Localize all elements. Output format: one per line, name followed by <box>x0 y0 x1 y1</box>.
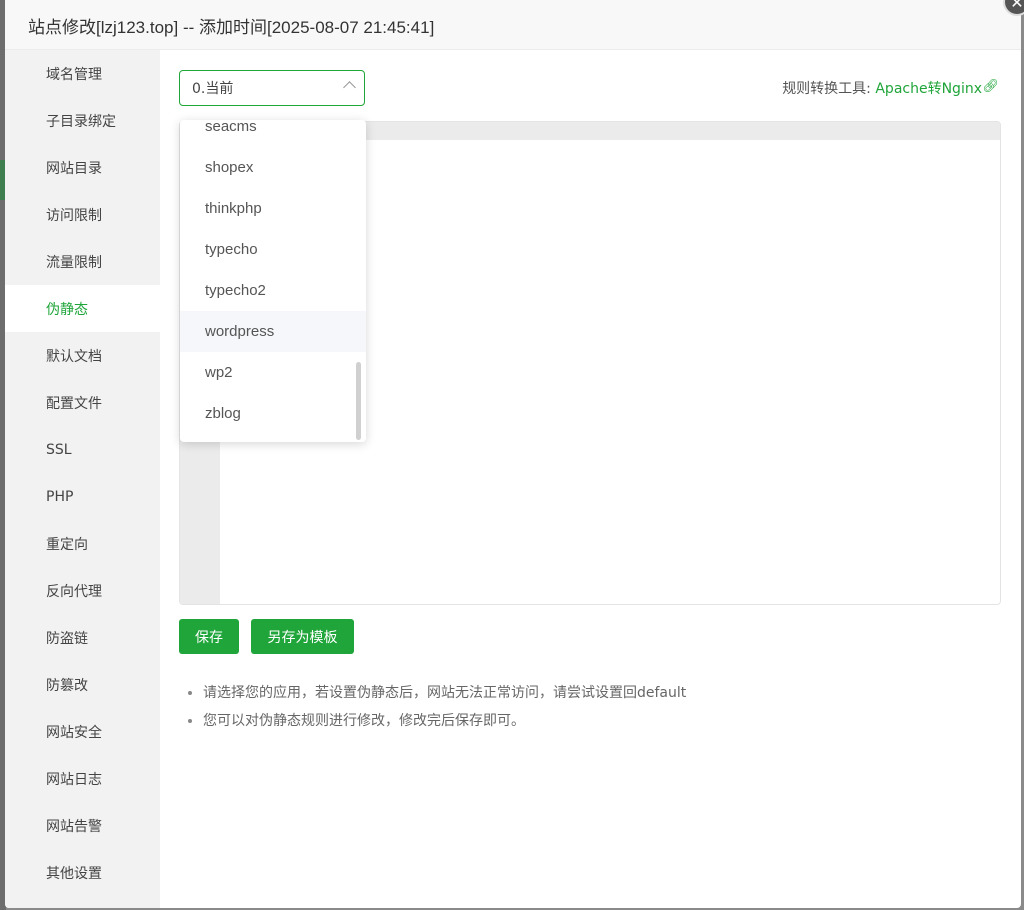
tip-item: 请选择您的应用，若设置伪静态后，网站无法正常访问，请尝试设置回default <box>188 684 686 712</box>
tips-list: 请选择您的应用，若设置伪静态后，网站无法正常访问，请尝试设置回default 您… <box>188 684 686 740</box>
save-button[interactable]: 保存 <box>179 619 239 654</box>
dialog-title-bar: 站点修改[lzj123.top] -- 添加时间[2025-08-07 21:4… <box>5 0 1021 50</box>
dropdown-scrollbar[interactable] <box>356 362 361 440</box>
rewrite-options-dropdown: seacms shopex thinkphp typecho typecho2 … <box>180 120 366 442</box>
dropdown-option-zblog[interactable]: zblog <box>180 393 366 434</box>
dropdown-option-shopex[interactable]: shopex <box>180 147 366 188</box>
sidebar-item-reverse-proxy[interactable]: 反向代理 <box>5 567 160 614</box>
sidebar-item-php[interactable]: PHP <box>5 473 160 520</box>
rule-convert-label: 规则转换工具: <box>782 81 871 97</box>
rewrite-select-value: 0.当前 <box>192 81 234 97</box>
settings-sidebar: 域名管理 子目录绑定 网站目录 访问限制 流量限制 伪静态 默认文档 配置文件 … <box>5 50 160 908</box>
sidebar-item-ssl[interactable]: SSL <box>5 426 160 473</box>
sidebar-item-tamper-proof[interactable]: 防篡改 <box>5 661 160 708</box>
sidebar-item-site-security[interactable]: 网站安全 <box>5 708 160 755</box>
save-as-template-button[interactable]: 另存为模板 <box>251 619 354 654</box>
tip-item: 您可以对伪静态规则进行修改，修改完后保存即可。 <box>188 712 686 740</box>
apache-to-nginx-link[interactable]: Apache转Nginx <box>875 81 982 97</box>
sidebar-item-config-file[interactable]: 配置文件 <box>5 379 160 426</box>
sidebar-item-traffic-limit[interactable]: 流量限制 <box>5 238 160 285</box>
dialog-title: 站点修改[lzj123.top] -- 添加时间[2025-08-07 21:4… <box>28 18 435 37</box>
sidebar-item-access-limit[interactable]: 访问限制 <box>5 191 160 238</box>
chevron-up-icon <box>343 81 356 94</box>
link-icon[interactable]: 🔗︎ <box>982 79 999 94</box>
rule-convert-tool: 规则转换工具: Apache转Nginx <box>782 78 982 98</box>
rewrite-panel: 0.当前 规则转换工具: Apache转Nginx 🔗︎ seacms shop… <box>160 50 1021 908</box>
sidebar-item-domain[interactable]: 域名管理 <box>5 50 160 97</box>
sidebar-item-default-doc[interactable]: 默认文档 <box>5 332 160 379</box>
sidebar-item-site-dir[interactable]: 网站目录 <box>5 144 160 191</box>
sidebar-item-rewrite[interactable]: 伪静态 <box>5 285 160 332</box>
sidebar-item-site-log[interactable]: 网站日志 <box>5 755 160 802</box>
dropdown-option-thinkphp[interactable]: thinkphp <box>180 188 366 229</box>
sidebar-item-other-settings[interactable]: 其他设置 <box>5 849 160 896</box>
dropdown-option-wp2[interactable]: wp2 <box>180 352 366 393</box>
rewrite-template-select[interactable]: 0.当前 <box>179 70 365 106</box>
dropdown-option-seacms[interactable]: seacms <box>180 120 366 147</box>
site-edit-dialog: 站点修改[lzj123.top] -- 添加时间[2025-08-07 21:4… <box>5 0 1021 908</box>
sidebar-item-redirect[interactable]: 重定向 <box>5 520 160 567</box>
sidebar-item-hotlink[interactable]: 防盗链 <box>5 614 160 661</box>
dropdown-option-typecho[interactable]: typecho <box>180 229 366 270</box>
dropdown-option-typecho2[interactable]: typecho2 <box>180 270 366 311</box>
dropdown-option-wordpress[interactable]: wordpress <box>180 311 366 352</box>
sidebar-item-site-alert[interactable]: 网站告警 <box>5 802 160 849</box>
sidebar-item-subdir[interactable]: 子目录绑定 <box>5 97 160 144</box>
